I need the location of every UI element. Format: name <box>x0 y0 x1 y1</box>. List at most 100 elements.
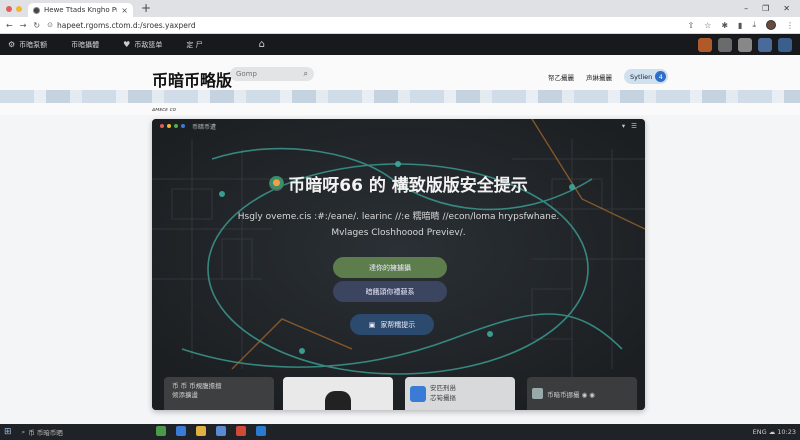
nav-item-1[interactable]: ⚙ 币暗泵额 <box>8 40 47 50</box>
hero-card: 币暗币遭 ▾ ☰ 币暗呀66 的 構致版版安全提示 Hsgly oveme.ci… <box>152 119 645 410</box>
tray-text: ENG ☁ 10:23 <box>752 428 796 436</box>
thumbnail-text: 安匹刑甾 <box>430 384 456 392</box>
minimize-window-button[interactable]: – <box>744 4 748 13</box>
nav-item-label: 币暗泵额 <box>19 40 48 49</box>
share-icon[interactable]: ⇧ <box>687 21 694 30</box>
header-link[interactable]: 帑乙攝麗 <box>548 72 574 82</box>
thumbnail-text: 芯筍攝摳 <box>430 394 456 402</box>
tagline: ᴀᴍᴇᴄᴇ ᴄᴏ <box>152 107 176 113</box>
back-arrow-icon[interactable]: ← <box>6 21 13 30</box>
taskbar-app-icon[interactable] <box>256 426 266 436</box>
home-icon[interactable]: ⌂ <box>259 39 265 50</box>
window-traffic-lights[interactable] <box>0 6 28 17</box>
search-input[interactable] <box>236 70 296 78</box>
sidebar-icon[interactable]: ▮ <box>738 21 742 30</box>
thumbnail-text: 币暗币挪攝 ◉ ◉ <box>547 390 595 399</box>
notification-badge: 4 <box>655 71 667 82</box>
user-pill[interactable]: Sytlien 4 <box>624 69 669 84</box>
hero-title-text: 币暗呀66 的 構致版版安全提示 <box>288 176 528 196</box>
system-tray[interactable]: ENG ☁ 10:23 <box>753 428 796 436</box>
downloads-icon[interactable]: ⤓ <box>752 20 756 30</box>
nav-item-4[interactable]: 定 尸 <box>186 40 202 50</box>
url-field[interactable]: ⊙ hapeet.rgoms.ctom.d:/sroes.yaxperd <box>47 21 680 30</box>
card-app-label: 币暗币遭 <box>192 123 217 131</box>
tertiary-action-button[interactable]: ▣ 家帮糯提示 <box>350 314 434 335</box>
menu-icon[interactable]: ☰ <box>631 122 637 130</box>
thumbnail-row: 币 币 币規腹擔擅 倾添擴盪 安匹刑甾 芯筍攝摳 币暗币挪攝 ◉ ◉ <box>152 377 645 410</box>
hero-subtitle-line: Hsgly oveme.cis :#:/eane/. learinc //:e … <box>237 212 560 222</box>
thumbnail-image <box>325 391 351 410</box>
taskbar-app-icon[interactable] <box>176 426 186 436</box>
avatar[interactable] <box>778 37 792 52</box>
taskbar-search[interactable]: ⌕ 币 币暗币晒 <box>21 427 63 438</box>
close-dot-icon[interactable] <box>6 6 12 12</box>
decorative-banner <box>0 90 800 103</box>
header-link[interactable]: 声綝攝麗 <box>586 72 612 82</box>
favicon-icon <box>33 6 40 14</box>
card-window-bar: 币暗币遭 ▾ ☰ <box>152 119 645 133</box>
tab-title: Hewe Ttads Kngho Preds <box>44 6 117 14</box>
app-icon <box>532 388 543 399</box>
close-tab-icon[interactable]: × <box>121 6 128 15</box>
reload-icon[interactable]: ↻ <box>33 21 40 30</box>
yellow-dot-icon <box>167 124 171 128</box>
new-tab-button[interactable]: + <box>133 1 159 17</box>
nav-item-2[interactable]: 币暗攝體 <box>71 40 99 50</box>
bookmark-star-icon[interactable]: ☆ <box>704 21 711 30</box>
avatar[interactable] <box>738 37 752 52</box>
site-top-nav: ⚙ 币暗泵额 币暗攝體 ♥ 币敌篮单 定 尸 ⌂ <box>0 34 800 55</box>
hero-title: 币暗呀66 的 構致版版安全提示 <box>152 171 645 196</box>
profile-avatar[interactable] <box>766 20 776 30</box>
taskbar-app-icon[interactable] <box>196 426 206 436</box>
thumbnail-card[interactable]: 币暗币挪攝 ◉ ◉ <box>527 377 637 410</box>
green-dot-icon <box>174 124 178 128</box>
blue-dot-icon <box>181 124 185 128</box>
taskbar-apps <box>156 426 266 436</box>
thumbnail-card[interactable] <box>283 377 393 410</box>
avatar[interactable] <box>758 37 772 52</box>
avatar[interactable] <box>698 37 712 52</box>
taskbar-app-icon[interactable] <box>236 426 246 436</box>
nav-item-label: 定 尸 <box>186 40 203 49</box>
browser-tab[interactable]: Hewe Ttads Kngho Preds × <box>28 3 133 17</box>
heart-icon: ♥ <box>123 40 131 49</box>
nav-avatars <box>698 37 792 52</box>
site-brand[interactable]: 币暗币略版 <box>152 67 232 91</box>
menu-kebab-icon[interactable]: ⋮ <box>786 21 794 30</box>
thumbnail-text: 币 币 币規腹擔擅 <box>172 382 222 390</box>
search-icon: ⌕ <box>21 427 26 436</box>
close-window-button[interactable]: ✕ <box>783 4 790 13</box>
nav-item-3[interactable]: ♥ 币敌篮单 <box>123 40 162 50</box>
taskbar-search-text: 币 币暗币晒 <box>28 429 63 437</box>
user-pill-label: Sytlien <box>630 72 653 81</box>
minimize-dot-icon[interactable] <box>16 6 22 12</box>
url-text: hapeet.rgoms.ctom.d:/sroes.yaxperd <box>56 20 196 30</box>
tertiary-button-label: 家帮糯提示 <box>380 320 416 329</box>
app-logo-icon <box>269 176 285 191</box>
restore-window-button[interactable]: ❐ <box>762 4 769 13</box>
thumbnail-text: 倾添擴盪 <box>172 391 198 399</box>
windows-start-icon[interactable]: ⊞ <box>4 427 12 437</box>
primary-action-button[interactable]: 達你的擁擄攝 <box>333 257 447 278</box>
taskbar-app-icon[interactable] <box>156 426 166 436</box>
gear-icon: ⚙ <box>8 40 16 49</box>
red-dot-icon <box>160 124 164 128</box>
address-bar-actions: ⇧ ☆ ✱ ▮ ⤓ ⋮ <box>687 20 794 30</box>
wifi-icon: ▾ <box>621 122 626 130</box>
image-icon: ▣ <box>368 320 376 329</box>
taskbar-app-icon[interactable] <box>216 426 226 436</box>
browser-tab-strip: Hewe Ttads Kngho Preds × + – ❐ ✕ <box>0 0 800 17</box>
nav-item-label: 币敌篮单 <box>134 40 163 49</box>
avatar[interactable] <box>718 37 732 52</box>
search-box[interactable]: ⌕ <box>230 67 314 81</box>
search-icon[interactable]: ⌕ <box>304 69 308 79</box>
forward-arrow-icon[interactable]: → <box>20 21 27 30</box>
lock-icon: ⊙ <box>47 21 53 29</box>
header-links: 帑乙攝麗 声綝攝麗 Sytlien 4 <box>548 69 669 84</box>
extensions-icon[interactable]: ✱ <box>721 21 728 30</box>
hero-subtitle: Hsgly oveme.cis :#:/eane/. learinc //:e … <box>212 209 585 241</box>
os-taskbar: ⊞ ⌕ 币 币暗币晒 ENG ☁ 10:23 <box>0 424 800 440</box>
secondary-action-button[interactable]: 暗餓頭你禮藐系 <box>333 281 447 302</box>
thumbnail-card[interactable]: 安匹刑甾 芯筍攝摳 <box>405 377 515 410</box>
thumbnail-card[interactable]: 币 币 币規腹擔擅 倾添擴盪 <box>164 377 274 410</box>
